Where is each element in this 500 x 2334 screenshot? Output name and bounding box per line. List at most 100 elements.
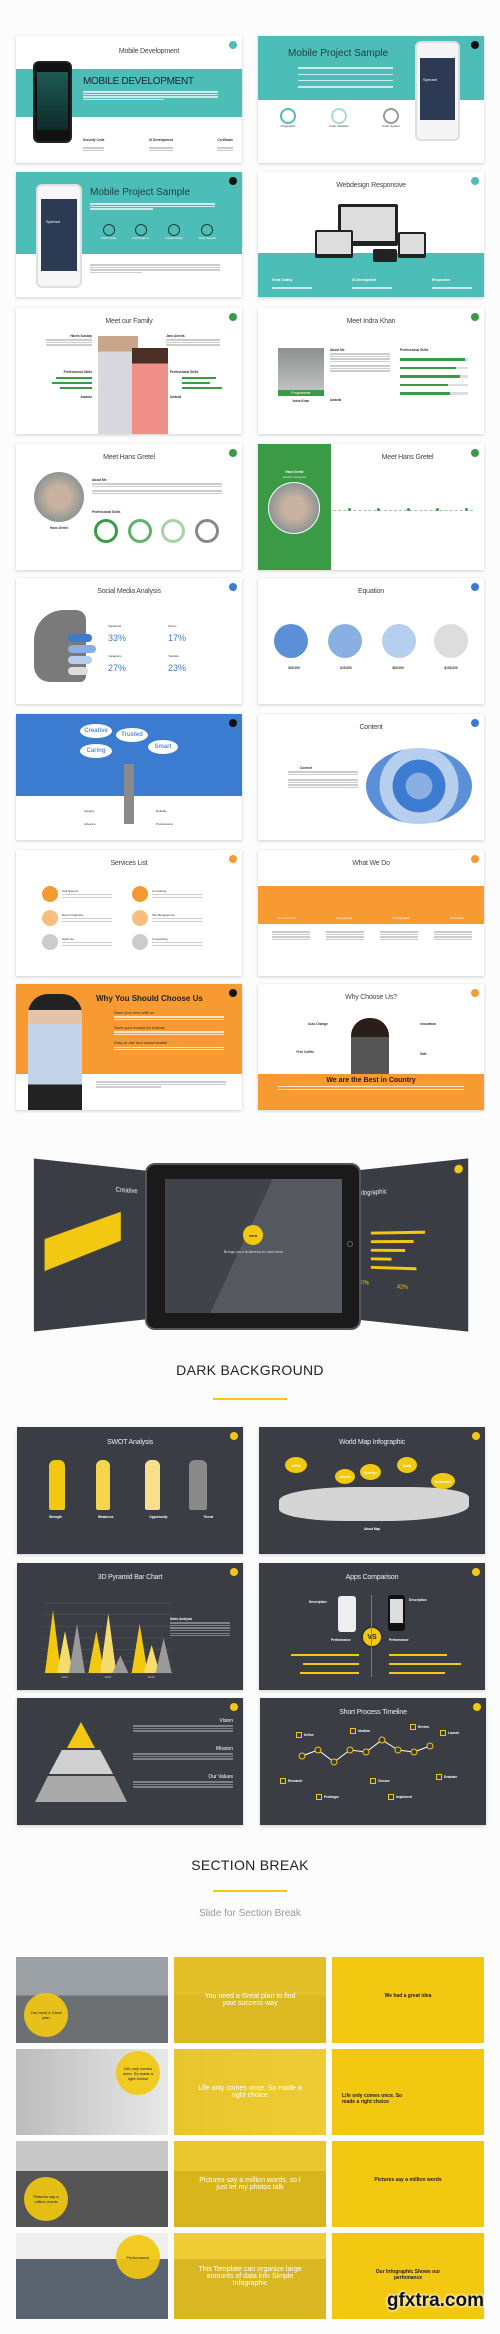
skill-bar-fill	[400, 375, 460, 378]
section-break-photo-slide[interactable]: Life only comes once. So made a right ch…	[16, 2049, 168, 2135]
hero-side-slide-left: Creative	[33, 1158, 146, 1332]
right-performance-bars	[389, 1647, 469, 1674]
slide-meet-indra-khan[interactable]: Meet Indra Khan Programmer Indra Khan Ab…	[258, 308, 484, 434]
slide-short-process-timeline[interactable]: Short Process Timeline Define Research Ide…	[260, 1698, 486, 1825]
slide-equation[interactable]: Equation $35,000 $15,000 $65,000 $155,000	[258, 578, 484, 704]
section-break-yellow-slide[interactable]: Life only comes once. So made a right ch…	[332, 2049, 484, 2135]
slide-meet-our-family[interactable]: Meet our Family Harris Sunday Profession…	[16, 308, 242, 434]
slide-title: Meet Indra Khan	[346, 318, 396, 325]
service-promotion: Promotion	[450, 916, 464, 920]
man-photo	[351, 1018, 389, 1074]
timeline-node	[426, 1742, 434, 1750]
process-step-icon	[350, 1728, 356, 1734]
feature-customizable: Customizable	[165, 224, 183, 240]
slide-mobile-development[interactable]: Mobile Development MOBILE DEVELOPMENT Se…	[16, 36, 242, 163]
facebook-icon	[68, 634, 92, 642]
service-copywriting: Copywriting	[336, 916, 353, 920]
world-map	[279, 1487, 469, 1521]
skill-bar	[400, 366, 468, 369]
section-break-yellow-slide[interactable]: Pictures say a million words	[332, 2141, 484, 2227]
bullet-list	[298, 66, 393, 89]
section-break-overlay-slide[interactable]: You need a Great plan to find your succe…	[174, 1957, 326, 2043]
process-step-label: Define	[296, 1732, 314, 1738]
skill-bar	[400, 375, 468, 378]
equation-bubble-4	[434, 624, 468, 658]
process-step-icon	[410, 1724, 416, 1730]
process-step-icon	[370, 1778, 376, 1784]
harris-skills: Professional Skills Awards	[46, 370, 92, 399]
about-me: About Me	[330, 348, 390, 373]
feature-free-coffee: Free Coffee	[296, 1050, 314, 1054]
process-step-label: Launch	[440, 1730, 459, 1736]
skill-bar-fill	[400, 358, 465, 361]
silhouette-threat	[189, 1460, 207, 1510]
slide-meet-hans-gretel-1[interactable]: Meet Hans Gretel Hans Gretel About Me Pr…	[16, 444, 242, 570]
home-button	[347, 1241, 353, 1247]
word-trusted: Trusted	[116, 728, 148, 742]
service-label: Event Organizer	[62, 912, 84, 917]
slide-vision-mission[interactable]: Vision Mission Our Values	[17, 1698, 243, 1825]
pyramid-bar-smartphone	[131, 1624, 148, 1673]
slide-why-choose-us[interactable]: Why Choose Us? Auto Change Free Coffee I…	[258, 984, 484, 1110]
service-icon	[42, 886, 58, 902]
slide-what-we-do[interactable]: What We Do E-Commerce Copywriting Photog…	[258, 850, 484, 976]
slide-world-map[interactable]: World Map Infographic USA Africa Europe …	[259, 1427, 485, 1554]
watermark: gfxtra.com	[386, 2290, 484, 2311]
slide-webdesign-responsive[interactable]: Webdesign Responsive Great Coding UI Dev…	[258, 172, 484, 297]
slide-swot-analysis[interactable]: SWOT Analysis Strength Weakness Opportunit…	[17, 1427, 243, 1554]
hero-tagline: Brings your business to next level	[223, 1249, 284, 1254]
yellow-slide-caption: Our Infographic Shows our perfomance	[375, 2269, 441, 2281]
section-break-overlay-slide[interactable]: Pictures say a million words, so I just …	[174, 2141, 326, 2227]
jane-skills: Professional Skills Awards	[170, 370, 224, 399]
section-break-overlay-slide[interactable]: This Template can organize large amounts…	[174, 2233, 326, 2319]
section-break-yellow-slide[interactable]: We had a great idea	[332, 1957, 484, 2043]
timeline-node	[330, 1758, 338, 1766]
slide-title: Meet Hans Gretel	[103, 454, 155, 461]
slide-title: Webdesign Responsive	[336, 182, 406, 189]
slide-social-media-analysis[interactable]: Social Media Analysis Facebook 33% Vimeo 1…	[16, 578, 242, 704]
process-step-icon	[296, 1732, 302, 1738]
service-item: Call Support	[42, 886, 132, 902]
slide-apps-comparison[interactable]: Apps Comparison VS Description Descripti…	[259, 1563, 485, 1690]
left-performance-label: Performance	[331, 1638, 351, 1642]
slide-3d-pyramid-bar-chart[interactable]: 3D Pyramid Bar Chart 201420152016▲ Smart…	[17, 1563, 243, 1690]
woman-photo	[28, 994, 82, 1110]
process-step-label: Prototype	[316, 1794, 339, 1800]
section-break-photo-slide[interactable]: Performance	[16, 2233, 168, 2319]
vs-badge: VS	[361, 1626, 383, 1648]
speech-bubble-graphic	[366, 748, 472, 824]
feature-code-system: Code System	[382, 108, 400, 128]
phone-mockup	[33, 61, 72, 143]
yellow-slide-caption: We had a great idea	[384, 1993, 432, 1999]
service-descriptions	[272, 930, 472, 942]
slide-tree[interactable]: Creative Trusted Caring Smart Integrity …	[16, 714, 242, 840]
timeline-node	[410, 1748, 418, 1756]
yellow-circle-caption: Performance	[116, 2235, 160, 2279]
reason-list: Save your time with us Save your money f…	[114, 1010, 224, 1052]
process-step-icon	[316, 1794, 322, 1800]
slide-services-list[interactable]: Services List Call Support Consulting Even…	[16, 850, 242, 976]
yellow-slide-caption: Pictures say a million words	[374, 2177, 442, 2183]
vision-block: Vision	[133, 1718, 233, 1733]
slide-content[interactable]: Content Content	[258, 714, 484, 840]
slide-title: Why Choose Us?	[345, 994, 397, 1001]
slide-meet-hans-gretel-2[interactable]: Hans Gretel Graphic Designer Meet Hans G…	[258, 444, 484, 570]
service-icon	[132, 886, 148, 902]
word-smart: Smart	[148, 740, 178, 754]
section-break-photo-slide[interactable]: You need a Great plan	[16, 1957, 168, 2043]
phone-mockup	[373, 249, 397, 262]
section-break-photo-slide[interactable]: Pictures say a million words	[16, 2141, 168, 2227]
slide-number-badge	[229, 989, 237, 997]
mission-block: Mission	[133, 1746, 233, 1761]
feature-certificate: Certificate	[217, 128, 233, 152]
feature-color-variation: Color Variation	[329, 108, 349, 128]
bubble-africa: Africa	[335, 1469, 355, 1484]
root-integrity: Integrity	[84, 809, 95, 813]
slide-why-you-should-choose-us[interactable]: Why You Should Choose Us Save your time …	[16, 984, 242, 1110]
slide-mobile-project-sample-2[interactable]: Sperant Mobile Project Sample Flash Code…	[16, 172, 242, 297]
feature-full-support: Full Support	[132, 224, 149, 240]
slide-mobile-project-sample-1[interactable]: Mobile Project Sample Sperant Infographi…	[258, 36, 484, 163]
heading-underline	[213, 1890, 287, 1892]
section-break-overlay-slide[interactable]: Life only comes once. So made a right ch…	[174, 2049, 326, 2135]
skill-bar-fill	[400, 366, 456, 369]
